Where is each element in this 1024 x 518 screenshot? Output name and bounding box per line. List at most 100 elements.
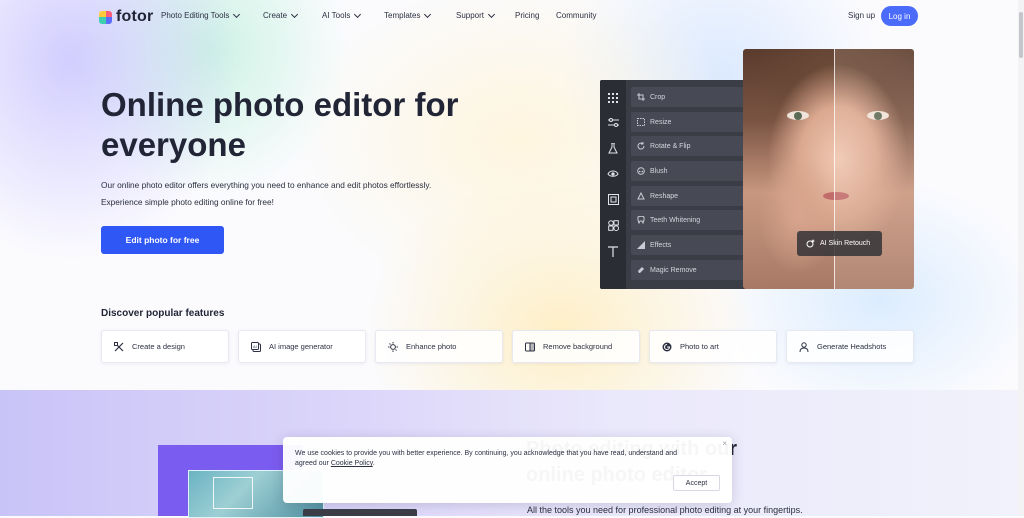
nav-pricing[interactable]: Pricing: [515, 11, 539, 20]
nav-support[interactable]: Support: [456, 10, 496, 20]
cookie-policy-link[interactable]: Cookie Policy: [331, 460, 373, 467]
menu-label: Resize: [650, 118, 672, 126]
hero-description: Our online photo editor offers everythin…: [101, 177, 521, 211]
editor-preview: Crop Resize Rotate & Flip Blush Reshape …: [600, 80, 750, 289]
effects-icon: [637, 241, 645, 249]
top-navigation: fotor Photo Editing Tools Create AI Tool…: [0, 0, 1024, 32]
editor-menu-resize: Resize: [631, 112, 745, 132]
retouch-label: AI Skin Retouch: [820, 240, 871, 247]
menu-label: Blush: [650, 167, 668, 175]
photo-eye-left: [787, 111, 809, 120]
section-subtitle: All the tools you need for professional …: [527, 505, 803, 515]
menu-label: Magic Remove: [650, 266, 697, 274]
nav-photo-editing-tools[interactable]: Photo Editing Tools: [161, 10, 241, 20]
cookie-text-line-1: We use cookies to provide you with bette…: [295, 450, 677, 457]
feature-label: AI image generator: [269, 342, 333, 351]
shapes-icon: [607, 219, 619, 231]
nav-community[interactable]: Community: [556, 11, 596, 20]
tooth-icon: [637, 216, 645, 224]
hero-desc-line-1: Our online photo editor offers everythin…: [101, 180, 432, 190]
nav-label: Support: [456, 11, 485, 20]
menu-label: Teeth Whitening: [650, 216, 701, 224]
feature-label: Photo to art: [680, 342, 719, 351]
hero-title-line-2: everyone: [101, 126, 246, 163]
nav-label: Community: [556, 11, 597, 20]
svg-text:AI: AI: [253, 344, 257, 349]
editor-tool-rail: [600, 80, 626, 289]
cookie-banner: × We use cookies to provide you with bet…: [283, 437, 732, 503]
crop-icon: [637, 93, 645, 101]
feature-label: Create a design: [132, 342, 185, 351]
feature-ai-image-generator[interactable]: AI AI image generator: [238, 330, 366, 363]
nav-label: Pricing: [515, 11, 540, 20]
nav-label: AI Tools: [322, 11, 351, 20]
menu-label: Rotate & Flip: [650, 142, 691, 150]
editor-menu-magic-remove: Magic Remove: [631, 260, 745, 280]
features-heading: Discover popular features: [101, 308, 225, 319]
chevron-down-icon: [354, 10, 362, 18]
editor-menu-teeth-whitening: Teeth Whitening: [631, 210, 745, 230]
ai-image-icon: AI: [250, 341, 261, 352]
frame-icon: [607, 193, 619, 205]
design-icon: [113, 341, 124, 352]
feature-photo-to-art[interactable]: Photo to art: [649, 330, 777, 363]
menu-label: Crop: [650, 93, 666, 101]
fotor-logo-icon: [99, 10, 112, 24]
menu-label: Reshape: [650, 192, 679, 200]
headshot-icon: [798, 341, 809, 352]
editor-menu-effects: Effects: [631, 235, 745, 255]
feature-remove-background[interactable]: Remove background: [512, 330, 640, 363]
editor-menu-rotate-flip: Rotate & Flip: [631, 136, 745, 156]
feature-label: Enhance photo: [406, 342, 457, 351]
menu-label: Effects: [650, 241, 672, 249]
flask-icon: [607, 142, 619, 154]
accept-cookies-button[interactable]: Accept: [673, 475, 720, 491]
cookie-message: We use cookies to provide you with bette…: [295, 449, 715, 469]
nav-label: Create: [263, 11, 288, 20]
feature-label: Generate Headshots: [817, 342, 887, 351]
feature-create-design[interactable]: Create a design: [101, 330, 229, 363]
chevron-down-icon: [233, 10, 241, 18]
feature-label: Remove background: [543, 342, 613, 351]
brand-name: fotor: [116, 8, 154, 25]
cookie-text-prefix: agreed our: [295, 460, 331, 467]
editor-menu-crop: Crop: [631, 87, 745, 107]
nav-create[interactable]: Create: [263, 10, 299, 20]
nav-label: Templates: [384, 11, 421, 20]
editor-menu-blush: Blush: [631, 161, 745, 181]
ai-skin-retouch-badge: AI Skin Retouch: [797, 231, 882, 256]
hero-title-line-1: Online photo editor for: [101, 86, 459, 123]
hero-title: Online photo editor for everyone: [101, 85, 521, 165]
chevron-down-icon: [424, 10, 432, 18]
feature-enhance-photo[interactable]: Enhance photo: [375, 330, 503, 363]
sparkle-face-icon: [806, 239, 815, 248]
feature-generate-headshots[interactable]: Generate Headshots: [786, 330, 914, 363]
hero-desc-line-2: Experience simple photo editing online f…: [101, 197, 274, 207]
eye-icon: [607, 167, 619, 179]
art-icon: [661, 341, 672, 352]
nav-ai-tools[interactable]: AI Tools: [322, 10, 362, 20]
eraser-icon: [637, 266, 645, 274]
nav-templates[interactable]: Templates: [384, 10, 432, 20]
chevron-down-icon: [487, 10, 496, 18]
close-icon[interactable]: ×: [722, 439, 727, 448]
grid-icon: [607, 92, 619, 104]
resize-icon: [637, 118, 645, 126]
enhance-icon: [387, 341, 398, 352]
cookie-text-suffix: .: [372, 460, 375, 467]
chevron-down-icon: [290, 10, 299, 18]
reshape-icon: [637, 192, 645, 200]
edit-photo-button[interactable]: Edit photo for free: [101, 226, 224, 254]
nav-label: Photo Editing Tools: [161, 11, 230, 20]
editor-menu-reshape: Reshape: [631, 186, 745, 206]
sign-up-link[interactable]: Sign up: [848, 11, 875, 20]
scrollbar-thumb[interactable]: [1019, 12, 1023, 58]
rotate-icon: [637, 142, 645, 150]
remove-bg-icon: [524, 341, 535, 352]
sliders-icon: [607, 117, 619, 129]
text-icon: [607, 245, 619, 257]
page-scrollbar[interactable]: [1018, 0, 1024, 516]
log-in-button[interactable]: Log in: [881, 6, 918, 26]
showcase-toolbar: [303, 509, 417, 516]
brand-logo[interactable]: fotor: [99, 8, 153, 26]
